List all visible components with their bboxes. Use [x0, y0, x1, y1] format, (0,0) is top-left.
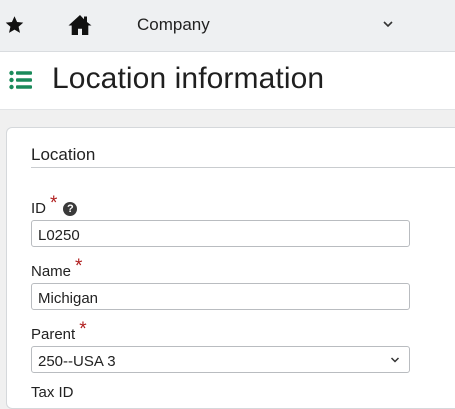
list-icon[interactable]	[9, 69, 32, 91]
tax-id-label-text: Tax ID	[31, 384, 74, 401]
required-marker: *	[79, 319, 87, 340]
parent-label-text: Parent	[31, 326, 76, 343]
page-title: Location information	[52, 62, 325, 95]
parent-select[interactable]: 250--USA 3	[31, 346, 410, 373]
star-icon[interactable]	[4, 15, 25, 35]
chevron-down-icon	[390, 357, 400, 363]
name-input[interactable]: Michigan	[31, 283, 410, 310]
section-divider	[31, 167, 455, 168]
help-icon[interactable]: ?	[63, 202, 78, 216]
id-field-label: ID *?	[31, 193, 78, 219]
top-nav-bar: Company	[0, 0, 455, 52]
section-title: Location	[31, 145, 96, 164]
chevron-down-icon[interactable]	[382, 19, 394, 29]
id-input-value: L0250	[38, 227, 80, 244]
name-label-text: Name	[31, 263, 72, 280]
name-field-label: Name *	[31, 256, 82, 282]
company-menu-label[interactable]: Company	[137, 15, 210, 35]
home-icon[interactable]	[67, 13, 93, 37]
parent-select-value: 250--USA 3	[38, 353, 116, 370]
name-input-value: Michigan	[38, 290, 99, 307]
tax-id-field-label: Tax ID	[31, 384, 74, 401]
required-marker: *	[50, 193, 58, 214]
page-header: Location information	[0, 52, 455, 110]
parent-field-label: Parent *	[31, 319, 87, 345]
id-label-text: ID	[31, 200, 46, 217]
required-marker: *	[75, 256, 83, 277]
id-input[interactable]: L0250	[31, 220, 410, 247]
